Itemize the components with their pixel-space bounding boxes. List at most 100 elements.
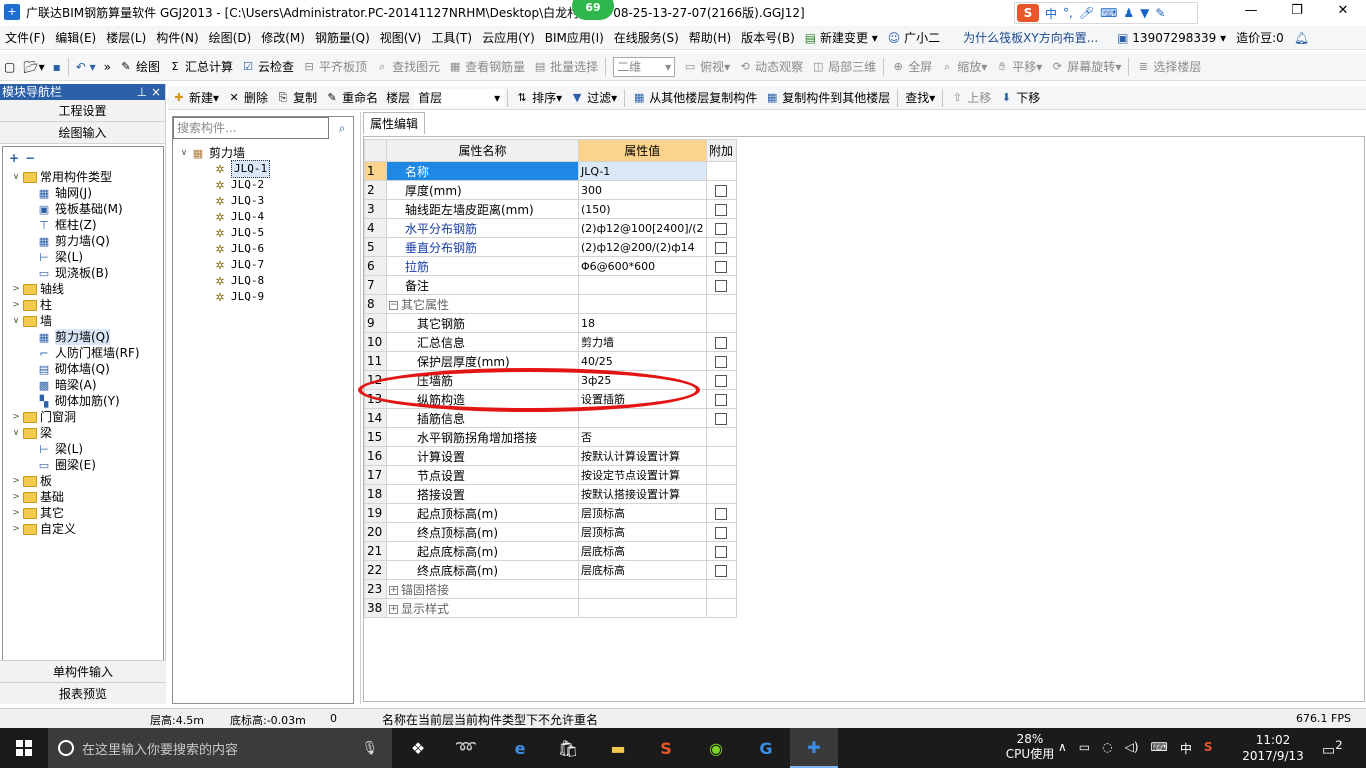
nav-tree-item[interactable]: ⊤ 框柱(Z) xyxy=(37,217,96,233)
tab-draw-input[interactable]: 绘图输入 xyxy=(0,122,165,144)
chevron-down-icon[interactable]: ∨ xyxy=(11,169,21,185)
copy-from-floor-button[interactable]: ▦ 从其他楼层复制构件 xyxy=(628,87,761,109)
fullscreen-button[interactable]: ⊕ 全屏 xyxy=(887,56,936,78)
top-view-button[interactable]: ▭ 俯视 ▾ xyxy=(679,56,734,78)
component-item[interactable]: ✲ JLQ-5 xyxy=(213,225,264,241)
extra-checkbox[interactable] xyxy=(715,393,728,406)
chevron-right-icon[interactable]: > xyxy=(11,473,21,489)
property-row[interactable]: 20 终点顶标高(m) 层顶标高 xyxy=(364,522,737,542)
property-row[interactable]: 11 保护层厚度(mm) 40/25 xyxy=(364,351,737,371)
delete-button[interactable]: ✕ 删除 xyxy=(223,87,272,109)
flush-top-button[interactable]: ⊟ 平齐板顶 xyxy=(298,56,371,78)
nav-tree-item[interactable]: > 门窗洞 xyxy=(11,409,76,425)
menu-tools[interactable]: 工具(T) xyxy=(426,29,477,46)
property-row[interactable]: 23 + 锚固搭接 xyxy=(364,579,737,599)
rotate-button[interactable]: ⟳ 屏幕旋转 ▾ xyxy=(1046,56,1125,78)
property-row[interactable]: 2 厚度(mm) 300 xyxy=(364,180,737,200)
notifications-button[interactable]: ▭2 xyxy=(1322,738,1343,759)
chevron-down-icon[interactable]: ∨ xyxy=(179,145,189,161)
component-item[interactable]: ✲ JLQ-9 xyxy=(213,289,264,305)
menu-help[interactable]: 帮助(H) xyxy=(684,29,736,46)
zoom-button[interactable]: ⌕ 缩放 ▾ xyxy=(936,56,991,78)
tab-property-edit[interactable]: 属性编辑 xyxy=(363,112,426,134)
cloud-check-button[interactable]: ☑ 云检查 xyxy=(237,56,298,78)
component-search-input[interactable]: 搜索构件... xyxy=(173,117,329,139)
component-item[interactable]: ✲ JLQ-3 xyxy=(213,193,264,209)
property-row[interactable]: 3 轴线距左墙皮距离(mm) (150) xyxy=(364,199,737,219)
property-value[interactable] xyxy=(578,275,707,295)
nav-tree-item[interactable]: > 板 xyxy=(11,473,52,489)
property-value[interactable] xyxy=(578,408,707,428)
nav-tree-item[interactable]: ⊢ 梁(L) xyxy=(37,249,83,265)
menu-cloud[interactable]: 云应用(Y) xyxy=(477,29,540,46)
property-row[interactable]: 22 终点底标高(m) 层底标高 xyxy=(364,560,737,580)
nav-tree-item[interactable]: > 基础 xyxy=(11,489,64,505)
cpu-usage[interactable]: 28% CPU使用 xyxy=(1000,732,1060,762)
property-value[interactable]: 按默认搭接设置计算 xyxy=(578,484,707,504)
move-up-button[interactable]: ⇧ 上移 xyxy=(946,87,995,109)
select-floor-button[interactable]: ≣ 选择楼层 xyxy=(1132,56,1205,78)
property-row[interactable]: 12 压墙筋 3ф25 xyxy=(364,370,737,390)
tab-report-preview[interactable]: 报表预览 xyxy=(0,682,166,704)
keyboard-icon[interactable]: ⌨ xyxy=(1151,740,1168,757)
search-icon[interactable]: ⌕ xyxy=(331,118,353,138)
property-row[interactable]: 13 纵筋构造 设置插筋 xyxy=(364,389,737,409)
property-row[interactable]: 9 其它钢筋 18 xyxy=(364,313,737,333)
ime-punct[interactable]: °, xyxy=(1063,6,1073,20)
property-value[interactable] xyxy=(578,294,707,314)
local-3d-button[interactable]: ◫ 局部三维 xyxy=(807,56,880,78)
sogou-app-icon[interactable]: S xyxy=(642,728,690,768)
property-value[interactable]: 层底标高 xyxy=(578,560,707,580)
ime-toolbar[interactable]: S 中 °, 🎤︎ ⌨ ♟ ▼ ✎ xyxy=(1014,2,1198,24)
chevron-down-icon[interactable]: ∨ xyxy=(11,425,21,441)
save-icon[interactable]: ▪ xyxy=(49,56,65,78)
tab-single-component[interactable]: 单构件输入 xyxy=(0,660,166,682)
task-view-icon[interactable]: ❖ xyxy=(394,728,442,768)
question-link[interactable]: 为什么筏板XY方向布置... xyxy=(945,29,1112,46)
network-icon[interactable]: ▭ xyxy=(1079,740,1090,757)
nav-tree-item[interactable]: ▦ 轴网(J) xyxy=(37,185,92,201)
component-item[interactable]: ✲ JLQ-2 xyxy=(213,177,264,193)
tray-lang[interactable]: 中 xyxy=(1180,740,1192,757)
collapse-all-icon[interactable]: − xyxy=(25,151,35,165)
move-down-button[interactable]: ⬇ 下移 xyxy=(995,87,1044,109)
sort-button[interactable]: ⇅ 排序 ▾ xyxy=(511,87,566,109)
menu-version[interactable]: 版本号(B) xyxy=(736,29,800,46)
extra-checkbox[interactable] xyxy=(715,222,728,235)
property-value[interactable]: (2)ф12@100[2400]/(2 xyxy=(578,218,707,238)
ggj-app-icon[interactable]: ✚ xyxy=(790,728,838,768)
menu-edit[interactable]: 编辑(E) xyxy=(50,29,101,46)
property-value[interactable]: 剪力墙 xyxy=(578,332,707,352)
filter-button[interactable]: ▼ 过滤 ▾ xyxy=(566,87,621,109)
batch-select-button[interactable]: ▤ 批量选择 xyxy=(529,56,602,78)
nav-tree-item[interactable]: ∨ 梁 xyxy=(11,425,52,441)
collapse-minus-icon[interactable]: − xyxy=(389,300,398,310)
file-explorer-icon[interactable]: ▬ xyxy=(594,728,642,768)
property-value[interactable]: 按设定节点设置计算 xyxy=(578,465,707,485)
close-button[interactable]: ✕ xyxy=(1320,0,1366,24)
property-row[interactable]: 5 垂直分布钢筋 (2)ф12@200/(2)ф14 xyxy=(364,237,737,257)
nav-tree-item[interactable]: ⊢ 梁(L) xyxy=(37,441,83,457)
component-item[interactable]: ✲ JLQ-6 xyxy=(213,241,264,257)
glodon-g-icon[interactable]: G xyxy=(742,728,790,768)
floor-select[interactable]: 首层 ▾ xyxy=(414,88,505,107)
property-value[interactable]: 否 xyxy=(578,427,707,447)
property-value[interactable]: 层底标高 xyxy=(578,541,707,561)
component-item[interactable]: ✲ JLQ-4 xyxy=(213,209,264,225)
property-value[interactable]: (2)ф12@200/(2)ф14 xyxy=(578,237,707,257)
menu-rebar[interactable]: 钢筋量(Q) xyxy=(310,29,375,46)
nav-tree-item[interactable]: ▦ 剪力墙(Q) xyxy=(37,329,110,345)
taskbar-search[interactable]: 在这里输入你要搜索的内容 🎙︎ xyxy=(48,728,392,768)
bell-icon[interactable]: 🔔︎ xyxy=(1289,31,1314,45)
find-button[interactable]: 查找 ▾ xyxy=(901,87,939,109)
nav-tree-item[interactable]: ⌐ 人防门框墙(RF) xyxy=(37,345,139,361)
chevron-right-icon[interactable]: > xyxy=(11,281,21,297)
ime-lang[interactable]: 中 xyxy=(1045,5,1057,22)
property-value[interactable] xyxy=(578,579,707,599)
nav-tree-item[interactable]: ▤ 砌体墙(Q) xyxy=(37,361,110,377)
new-component-button[interactable]: ✚ 新建 ▾ xyxy=(168,87,223,109)
swirl-app-icon[interactable]: ➿︎ xyxy=(442,728,490,768)
property-row[interactable]: 15 水平钢筋拐角增加搭接 否 xyxy=(364,427,737,447)
menu-floor[interactable]: 楼层(L) xyxy=(101,29,151,46)
shirt-icon[interactable]: ▼ xyxy=(1140,6,1149,20)
